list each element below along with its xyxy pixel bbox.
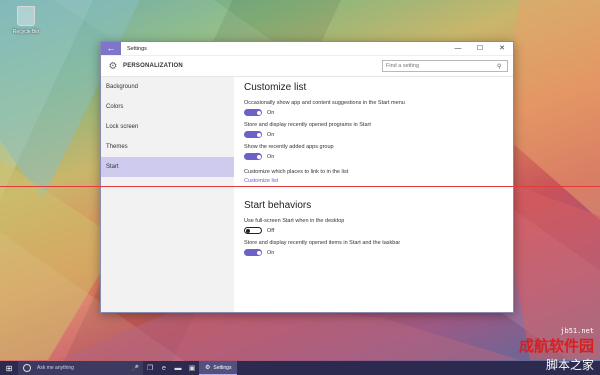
setting-description: Occasionally show app and content sugges… — [244, 100, 405, 106]
maximize-button[interactable]: ☐ — [469, 42, 491, 55]
setting-description: Store and display recently opened progra… — [244, 122, 371, 128]
taskbar-app-settings[interactable]: ⚙ Settings — [199, 361, 238, 375]
toggle-knob — [256, 154, 261, 159]
settings-content: Customize list Occasionally show app and… — [234, 77, 513, 312]
toggle-state-label: Off — [267, 227, 275, 234]
minimize-button[interactable]: — — [447, 42, 469, 55]
section-heading-start-behaviors: Start behaviors — [244, 200, 312, 211]
recently-added-apps-toggle[interactable] — [244, 153, 262, 160]
toggle-knob — [256, 250, 261, 255]
toggle-state-label: On — [267, 131, 275, 138]
search-input[interactable] — [383, 63, 497, 69]
watermark-url: jb51.net — [560, 327, 594, 335]
recycle-bin-icon — [17, 6, 35, 26]
cortana-icon — [23, 364, 31, 372]
setting-description: Store and display recently opened items … — [244, 240, 401, 246]
setting-recently-added-apps: Show the recently added apps group On — [244, 144, 503, 160]
gear-icon: ⚙ — [108, 60, 118, 72]
toggle-row: On — [244, 249, 503, 256]
gear-icon: ⚙ — [205, 365, 211, 371]
title-bar: ← Settings — ☐ ✕ — [101, 42, 513, 56]
sidebar: Background Colors Lock screen Themes Sta… — [101, 77, 234, 312]
watermark-text: 脚本之家 — [545, 358, 594, 372]
toggle-state-label: On — [267, 249, 275, 256]
search-box[interactable]: ⚲ — [382, 60, 508, 72]
setting-full-screen-start: Use full-screen Start when in the deskto… — [244, 218, 503, 234]
watermark: jb51.net 成航软件园 脚本之家 — [519, 327, 594, 373]
full-screen-start-toggle[interactable] — [244, 227, 262, 234]
taskbar-search[interactable]: Ask me anything 🎤 — [18, 361, 143, 375]
taskbar-app-label: Settings — [213, 364, 232, 371]
back-button[interactable]: ← — [101, 42, 121, 55]
file-explorer-icon[interactable]: ▬ — [171, 365, 185, 372]
sidebar-item-themes[interactable]: Themes — [101, 137, 234, 157]
toggle-knob — [256, 132, 261, 137]
settings-body: Background Colors Lock screen Themes Sta… — [101, 77, 513, 312]
setting-description: Show the recently added apps group — [244, 144, 334, 150]
setting-description: Use full-screen Start when in the deskto… — [244, 218, 345, 224]
edge-browser-icon[interactable]: e — [157, 365, 171, 372]
windows-start-icon[interactable]: ⊞ — [0, 364, 18, 373]
section-heading-customize-list: Customize list — [244, 82, 307, 93]
window-title: Settings — [127, 45, 147, 52]
sidebar-item-colors[interactable]: Colors — [101, 97, 234, 117]
toggle-knob — [246, 228, 250, 233]
toggle-row: Off — [244, 227, 503, 234]
page-title: PERSONALIZATION — [123, 63, 183, 69]
taskbar-search-placeholder: Ask me anything — [37, 365, 74, 371]
setting-app-suggestions: Occasionally show app and content sugges… — [244, 100, 503, 116]
toggle-knob — [256, 110, 261, 115]
toggle-state-label: On — [267, 109, 275, 116]
search-icon[interactable]: ⚲ — [497, 63, 501, 70]
sidebar-item-lock-screen[interactable]: Lock screen — [101, 117, 234, 137]
app-suggestions-toggle[interactable] — [244, 109, 262, 116]
microphone-icon[interactable]: 🎤 — [132, 365, 139, 372]
sidebar-item-background[interactable]: Background — [101, 77, 234, 97]
store-icon[interactable]: ▣ — [185, 364, 199, 372]
toggle-row: On — [244, 153, 503, 160]
settings-window: ← Settings — ☐ ✕ ⚙ PERSONALIZATION ⚲ Bac… — [100, 41, 514, 313]
sidebar-item-start[interactable]: Start — [101, 157, 234, 177]
settings-header: ⚙ PERSONALIZATION ⚲ — [101, 56, 513, 77]
red-annotation-line — [0, 186, 600, 187]
desktop-icon-label: Recycle Bin — [12, 29, 40, 35]
toggle-row: On — [244, 131, 503, 138]
customize-list-link[interactable]: Customize list — [244, 178, 503, 184]
taskbar: ⊞ Ask me anything 🎤 ❐ e ▬ ▣ ⚙ Settings — [0, 361, 600, 375]
watermark-text: 成航软件园 — [518, 337, 594, 355]
setting-recent-items: Store and display recently opened items … — [244, 240, 503, 256]
task-view-icon[interactable]: ❐ — [143, 364, 157, 372]
setting-recent-programs: Store and display recently opened progra… — [244, 122, 503, 138]
recent-items-toggle[interactable] — [244, 249, 262, 256]
recent-programs-toggle[interactable] — [244, 131, 262, 138]
toggle-state-label: On — [267, 153, 275, 160]
toggle-row: On — [244, 109, 503, 116]
setting-description: Customize which places to link to in the… — [244, 169, 349, 175]
close-button[interactable]: ✕ — [491, 42, 513, 55]
setting-customize-places: Customize which places to link to in the… — [244, 169, 503, 184]
desktop-icon-recycle-bin[interactable]: Recycle Bin — [6, 6, 46, 35]
